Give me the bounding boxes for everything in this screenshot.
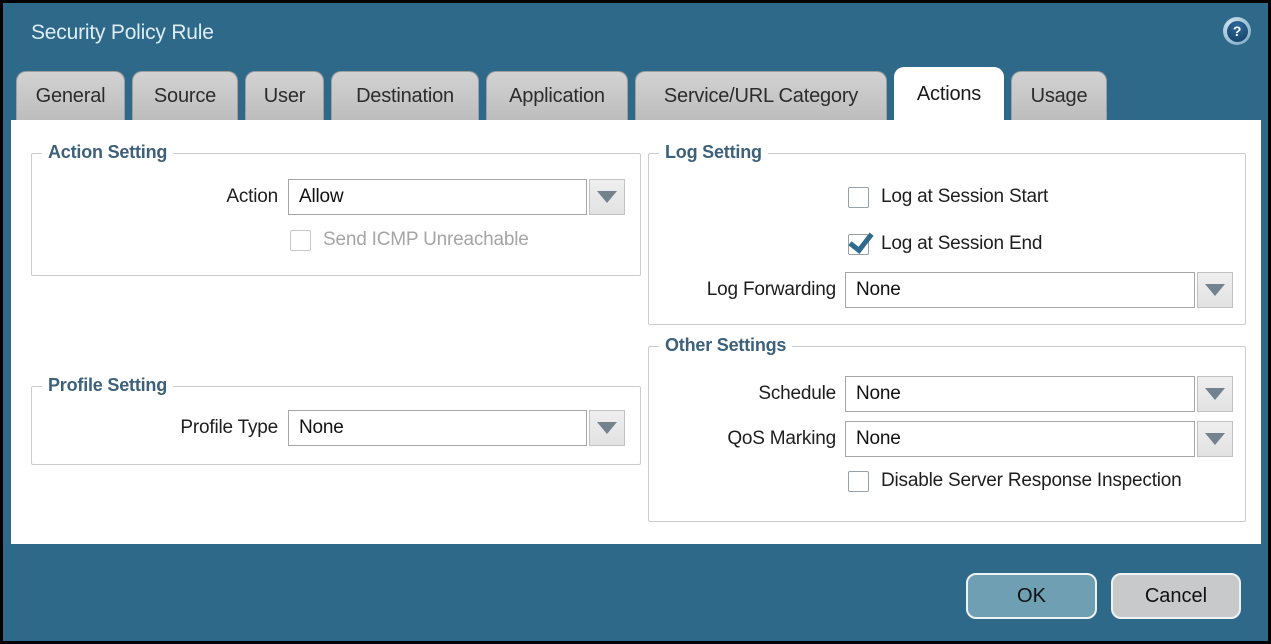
send-icmp-unreachable-label: Send ICMP Unreachable: [323, 228, 529, 252]
disable-server-response-inspection-checkbox[interactable]: [848, 471, 869, 492]
actions-tab-panel: Action Setting Action Allow Send ICMP Un…: [11, 120, 1261, 544]
profile-type-dropdown-value[interactable]: None: [288, 410, 587, 446]
tab-actions[interactable]: Actions: [894, 67, 1004, 120]
log-at-session-start-label[interactable]: Log at Session Start: [881, 185, 1048, 209]
log-setting-legend: Log Setting: [659, 142, 768, 163]
log-forwarding-dropdown[interactable]: None: [845, 272, 1233, 308]
triangle-glyph: [597, 191, 617, 203]
help-icon: ?: [1227, 21, 1248, 42]
profile-type-label: Profile Type: [31, 410, 278, 446]
log-forwarding-dropdown-value[interactable]: None: [845, 272, 1195, 308]
security-policy-rule-dialog: Security Policy Rule ? General Source Us…: [0, 0, 1271, 644]
chevron-down-icon[interactable]: [589, 179, 625, 215]
action-label: Action: [31, 179, 278, 215]
chevron-down-icon[interactable]: [1197, 376, 1233, 412]
triangle-glyph: [1205, 388, 1225, 400]
tab-bar: General Source User Destination Applicat…: [16, 67, 1107, 120]
triangle-glyph: [597, 422, 617, 434]
tab-general[interactable]: General: [16, 71, 125, 120]
tab-application[interactable]: Application: [486, 71, 628, 120]
qos-marking-label: QoS Marking: [648, 421, 836, 457]
action-dropdown[interactable]: Allow: [288, 179, 625, 215]
dialog-title: Security Policy Rule: [31, 21, 214, 45]
tab-usage[interactable]: Usage: [1011, 71, 1107, 120]
cancel-button[interactable]: Cancel: [1111, 573, 1241, 619]
tab-user[interactable]: User: [245, 71, 324, 120]
log-at-session-start-checkbox[interactable]: [848, 187, 869, 208]
triangle-glyph: [1205, 284, 1225, 296]
chevron-down-icon[interactable]: [589, 410, 625, 446]
tab-service-url-category[interactable]: Service/URL Category: [635, 71, 887, 120]
profile-setting-legend: Profile Setting: [42, 375, 173, 396]
tab-destination[interactable]: Destination: [331, 71, 479, 120]
ok-button[interactable]: OK: [966, 573, 1097, 619]
log-forwarding-label: Log Forwarding: [648, 272, 836, 308]
tab-source[interactable]: Source: [132, 71, 238, 120]
schedule-label: Schedule: [648, 376, 836, 412]
qos-marking-dropdown-value[interactable]: None: [845, 421, 1195, 457]
help-button[interactable]: ?: [1223, 17, 1251, 45]
disable-server-response-inspection-label[interactable]: Disable Server Response Inspection: [881, 469, 1182, 493]
qos-marking-dropdown[interactable]: None: [845, 421, 1233, 457]
action-dropdown-value[interactable]: Allow: [288, 179, 587, 215]
log-at-session-end-checkbox[interactable]: [848, 234, 869, 255]
log-at-session-end-label[interactable]: Log at Session End: [881, 232, 1042, 256]
chevron-down-icon[interactable]: [1197, 421, 1233, 457]
schedule-dropdown-value[interactable]: None: [845, 376, 1195, 412]
send-icmp-unreachable-checkbox: [290, 230, 311, 251]
triangle-glyph: [1205, 433, 1225, 445]
profile-type-dropdown[interactable]: None: [288, 410, 625, 446]
action-setting-legend: Action Setting: [42, 142, 173, 163]
chevron-down-icon[interactable]: [1197, 272, 1233, 308]
other-settings-legend: Other Settings: [659, 335, 792, 356]
schedule-dropdown[interactable]: None: [845, 376, 1233, 412]
